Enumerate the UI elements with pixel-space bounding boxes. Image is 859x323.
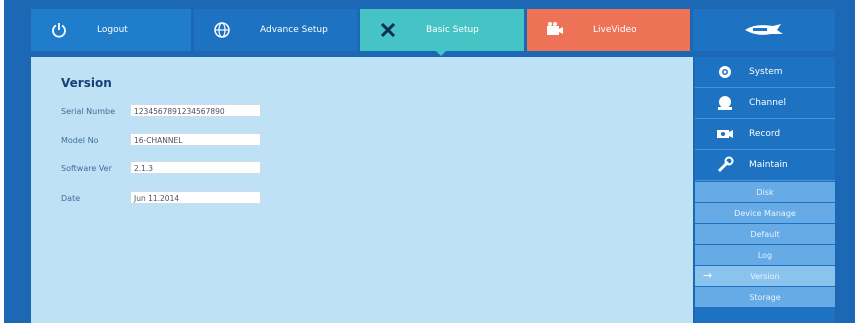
sidebar-subitem-disk[interactable]: Disk <box>695 182 835 202</box>
camera-icon <box>545 20 565 40</box>
sidebar-subitem-storage-label: Storage <box>749 292 781 302</box>
sidebar-subitem-disk-label: Disk <box>756 187 774 197</box>
tab-livevideo[interactable]: LiveVideo <box>527 9 690 51</box>
tab-logout-label: Logout <box>97 25 128 35</box>
sidebar-item-record-label: Record <box>749 129 781 139</box>
power-icon <box>49 20 69 40</box>
settings-sidebar: System Channel Record Maintain Disk Devi… <box>695 57 835 323</box>
top-navigation: Logout Advance Setup Basic Setup LiveVid… <box>31 9 835 56</box>
serial-number-field: 1234567891234567890 <box>130 104 261 117</box>
tab-advance-setup-label: Advance Setup <box>260 25 328 35</box>
globe-icon <box>212 20 232 40</box>
tools-icon <box>378 20 398 40</box>
software-version-field: 2.1.3 <box>130 161 261 174</box>
version-panel: Version Serial Numbe 1234567891234567890… <box>31 57 693 323</box>
sidebar-item-maintain[interactable]: Maintain <box>695 150 835 181</box>
sidebar-item-record[interactable]: Record <box>695 119 835 150</box>
dome-camera-icon <box>715 95 735 111</box>
sidebar-subitem-device-manage[interactable]: Device Manage <box>695 203 835 223</box>
sidebar-subitem-version-label: Version <box>750 271 780 281</box>
sidebar-subitem-device-manage-label: Device Manage <box>734 208 796 218</box>
software-version-label: Software Ver <box>61 164 112 173</box>
active-tab-indicator <box>435 50 447 56</box>
sidebar-subitem-log-label: Log <box>757 250 773 260</box>
sidebar-subitem-version[interactable]: → Version <box>695 266 835 286</box>
sidebar-subitem-storage[interactable]: Storage <box>695 287 835 307</box>
tab-livevideo-label: LiveVideo <box>593 25 637 35</box>
sidebar-item-channel-label: Channel <box>749 98 786 108</box>
date-field: Jun 11.2014 <box>130 191 261 204</box>
sidebar-subitem-default-label: Default <box>750 229 780 239</box>
tab-advance-setup[interactable]: Advance Setup <box>194 9 357 51</box>
sidebar-item-channel[interactable]: Channel <box>695 88 835 119</box>
model-no-field: 16-CHANNEL <box>130 133 261 146</box>
page-title: Version <box>61 76 112 90</box>
sidebar-subitem-log[interactable]: Log <box>695 245 835 265</box>
gear-icon <box>715 65 735 79</box>
date-label: Date <box>61 194 81 203</box>
model-no-label: Model No <box>61 136 99 145</box>
tab-basic-setup-label: Basic Setup <box>426 25 479 35</box>
tab-basic-setup[interactable]: Basic Setup <box>360 9 524 56</box>
serial-number-label: Serial Numbe <box>61 107 116 116</box>
sidebar-subitem-default[interactable]: Default <box>695 224 835 244</box>
video-record-icon <box>715 128 735 140</box>
brand-logo <box>693 9 835 51</box>
wrench-icon <box>715 156 735 174</box>
sidebar-item-maintain-label: Maintain <box>749 160 788 170</box>
sidebar-item-system-label: System <box>749 67 783 77</box>
tab-logout[interactable]: Logout <box>31 9 191 51</box>
selected-arrow-icon: → <box>703 269 713 282</box>
sidebar-item-system[interactable]: System <box>695 57 835 88</box>
